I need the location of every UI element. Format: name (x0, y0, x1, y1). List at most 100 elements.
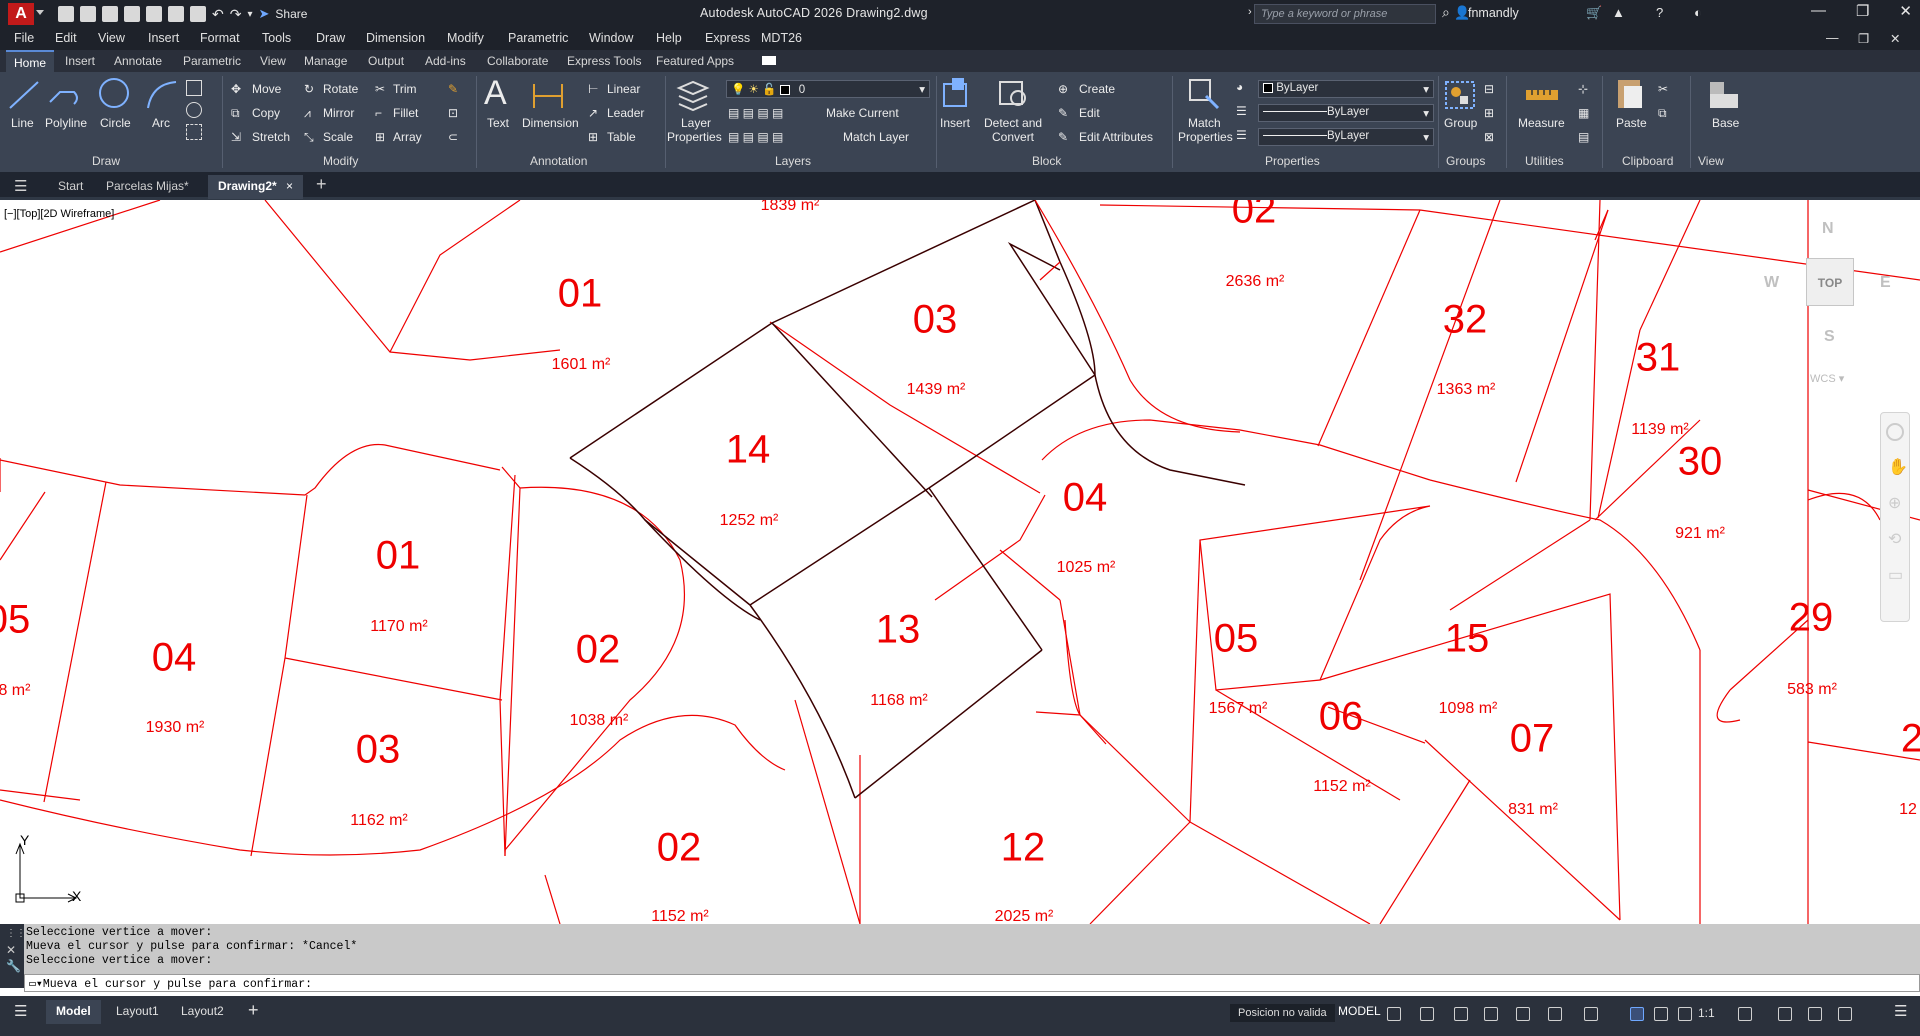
rotate-icon[interactable]: ↻ (304, 82, 314, 96)
menu-edit[interactable]: Edit (55, 31, 77, 45)
detect-convert-icon[interactable] (996, 76, 1032, 110)
grid-icon[interactable] (1387, 1007, 1401, 1021)
base-view-icon[interactable] (1706, 78, 1742, 112)
isodraft-icon[interactable] (1516, 1007, 1530, 1021)
edit-button[interactable]: Edit (1079, 106, 1100, 120)
arc-button[interactable]: Arc (152, 116, 170, 130)
tab-output[interactable]: Output (368, 54, 404, 68)
line-button[interactable]: Line (11, 116, 34, 130)
quick-select-icon[interactable]: ⊹ (1578, 82, 1588, 96)
create-block-icon[interactable]: ⊕ (1058, 82, 1068, 96)
move-icon[interactable]: ✥ (231, 82, 241, 96)
navigation-bar[interactable]: ✋ ⊕ ⟲ ▭ (1880, 412, 1910, 622)
qat-customize-icon[interactable]: ▾ (247, 9, 252, 20)
detect-convert-label-2[interactable]: Convert (992, 130, 1034, 144)
hamburger-menu-icon[interactable]: ☰ (14, 177, 27, 195)
workspace-gear-icon[interactable] (1738, 1007, 1752, 1021)
tab-add-ins[interactable]: Add-ins (425, 54, 466, 68)
search-icon[interactable]: ⌕ (1442, 4, 1450, 21)
detect-convert-label-1[interactable]: Detect and (984, 116, 1042, 130)
panel-draw-title[interactable]: Draw (92, 154, 120, 168)
search-input[interactable]: Type a keyword or phrase (1254, 4, 1436, 24)
make-current-button[interactable]: Make Current (826, 106, 899, 120)
menu-modify[interactable]: Modify (447, 31, 484, 45)
edit-block-icon[interactable]: ✎ (1058, 106, 1068, 120)
panel-annotation-title[interactable]: Annotation (530, 154, 587, 168)
new-file-icon[interactable] (58, 6, 74, 22)
redo-icon[interactable]: ↷ (230, 6, 242, 23)
circle-button[interactable]: Circle (100, 116, 131, 130)
group-button[interactable]: Group (1444, 116, 1477, 130)
open-web-icon[interactable] (146, 6, 162, 22)
match-properties-icon[interactable] (1186, 76, 1222, 110)
panel-layers-title[interactable]: Layers (775, 154, 811, 168)
cart-icon[interactable]: 🛒 (1586, 5, 1602, 21)
table-button[interactable]: Table (607, 130, 636, 144)
pan-icon[interactable]: ✋ (1888, 457, 1908, 477)
app-menu-chevron-icon[interactable] (36, 10, 44, 15)
color-dropdown[interactable]: ByLayer ▾ (1258, 80, 1434, 98)
text-icon[interactable]: A (484, 74, 507, 113)
help-icon[interactable]: ? (1656, 5, 1663, 20)
array-button[interactable]: Array (393, 130, 422, 144)
viewcube[interactable]: TOP (1806, 258, 1854, 306)
insert-block-icon[interactable] (938, 76, 974, 110)
polyline-icon[interactable] (46, 78, 82, 112)
tab-start[interactable]: Start (58, 179, 83, 193)
linetype-icon[interactable]: ☰ (1236, 104, 1247, 118)
dimension-icon[interactable] (530, 78, 566, 112)
mirror-button[interactable]: Mirror (323, 106, 354, 120)
open-file-icon[interactable] (80, 6, 96, 22)
ellipse-icon[interactable] (186, 102, 202, 118)
feedback-icon[interactable]: ◐ (1694, 5, 1702, 20)
compass-north[interactable]: N (1822, 220, 1834, 238)
table-icon[interactable]: ⊞ (588, 130, 598, 144)
linear-icon[interactable]: ⊢ (588, 82, 598, 96)
selection-cycling-icon[interactable] (1584, 1007, 1598, 1021)
rotate-button[interactable]: Rotate (323, 82, 358, 96)
group-icon[interactable] (1442, 78, 1478, 112)
dimension-button[interactable]: Dimension (522, 116, 579, 130)
scale-button[interactable]: Scale (323, 130, 353, 144)
tab-view[interactable]: View (260, 54, 286, 68)
undo-icon[interactable]: ↶ (212, 6, 224, 23)
stretch-button[interactable]: Stretch (252, 130, 290, 144)
fillet-icon[interactable]: ⌐ (375, 106, 382, 120)
array-icon[interactable]: ⊞ (375, 130, 385, 144)
command-input[interactable]: ▭▾Mueva el cursor y pulse para confirmar… (24, 974, 1920, 992)
snap-icon[interactable] (1420, 1007, 1434, 1021)
save-web-icon[interactable] (168, 6, 184, 22)
fullscreen-icon[interactable] (1838, 1007, 1852, 1021)
fillet-button[interactable]: Fillet (393, 106, 418, 120)
measure-icon[interactable] (1524, 78, 1560, 112)
match-properties-label-2[interactable]: Properties (1178, 130, 1233, 144)
paste-icon[interactable] (1612, 76, 1648, 110)
panel-utilities-title[interactable]: Utilities (1525, 154, 1564, 168)
panel-properties-title[interactable]: Properties (1265, 154, 1320, 168)
ribbon-minimize-icon[interactable] (762, 56, 776, 65)
isolate-objects-icon[interactable] (1808, 1007, 1822, 1021)
menu-file[interactable]: File (14, 31, 34, 45)
panel-block-title[interactable]: Block (1032, 154, 1061, 168)
paste-button[interactable]: Paste (1616, 116, 1647, 130)
tab-collaborate[interactable]: Collaborate (487, 54, 548, 68)
tab-drawing2[interactable]: Drawing2* × (208, 175, 304, 199)
application-menu-button[interactable]: A (8, 3, 34, 25)
arc-icon[interactable] (144, 78, 180, 112)
menu-dimension[interactable]: Dimension (366, 31, 425, 45)
tab-annotate[interactable]: Annotate (114, 54, 162, 68)
scale-icon[interactable]: ⤡ (304, 130, 314, 145)
orbit-icon[interactable]: ⟲ (1888, 529, 1902, 549)
save-as-icon[interactable] (124, 6, 140, 22)
tab-manage[interactable]: Manage (304, 54, 347, 68)
lineweight-icon[interactable]: ☰ (1236, 128, 1247, 142)
share-button[interactable]: Share (275, 7, 307, 21)
polyline-button[interactable]: Polyline (45, 116, 87, 130)
minimize-icon[interactable]: — (1811, 2, 1826, 20)
steering-wheel-icon[interactable] (1886, 423, 1904, 441)
showmotion-icon[interactable]: ▭ (1888, 565, 1903, 585)
erase-icon[interactable]: ✎ (448, 82, 458, 96)
customize-wrench-icon[interactable]: 🔧 (0, 957, 24, 975)
panel-view-title[interactable]: View (1698, 154, 1724, 168)
mirror-icon[interactable]: ⩘ (304, 106, 311, 121)
